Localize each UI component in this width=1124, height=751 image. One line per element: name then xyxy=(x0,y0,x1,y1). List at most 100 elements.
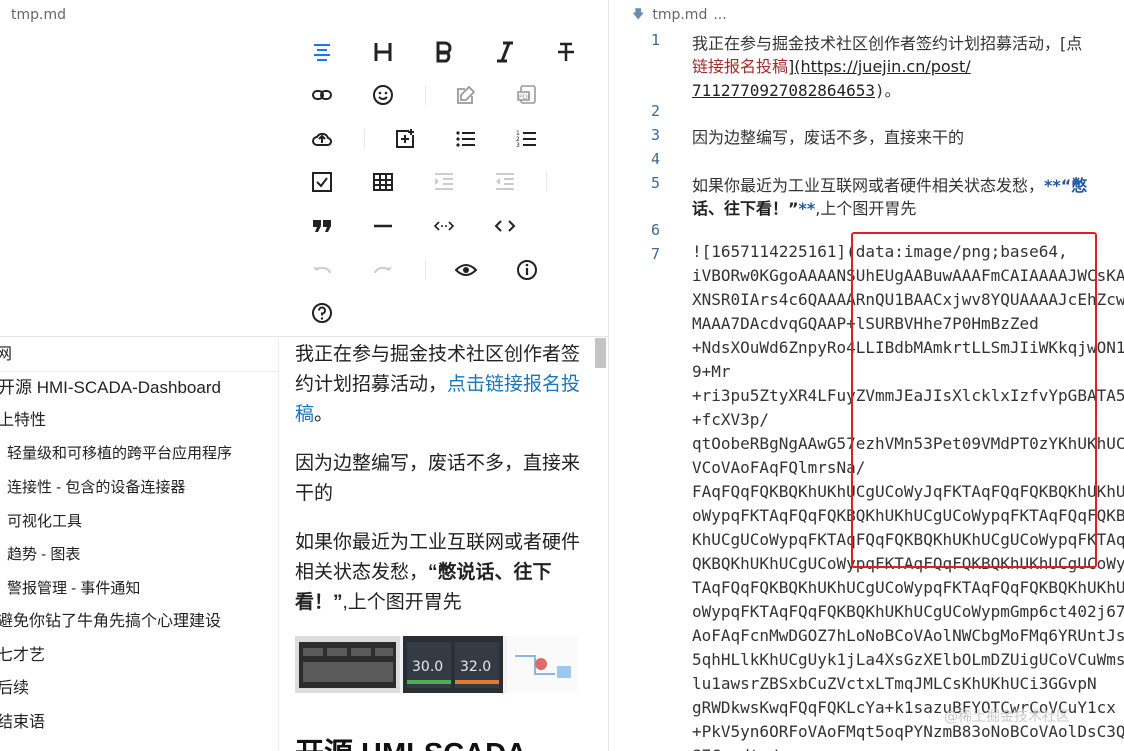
preview-scrollbar-thumb[interactable] xyxy=(595,338,606,368)
gauge-value-1: 30.0 xyxy=(412,659,443,675)
outdent-icon[interactable] xyxy=(490,167,520,197)
insert-block-icon[interactable] xyxy=(390,124,420,154)
outline-item[interactable]: 可视化工具 xyxy=(7,507,82,537)
outline-item[interactable]: 警报管理 - 事件通知 xyxy=(7,574,140,604)
code-line: 5qhHLlkKhUCgUyk1jLa4XsGzXElbOLmDZUigUCoV… xyxy=(692,650,1124,669)
upload-icon[interactable] xyxy=(307,124,337,154)
code-line: 话、往下看！”**,上个图开胃先 xyxy=(692,199,917,218)
preview-image: 30.0 32.0 xyxy=(295,636,578,693)
svg-text:3: 3 xyxy=(516,142,520,149)
left-tab[interactable]: tmp.md xyxy=(0,0,608,30)
outline-item[interactable]: 后续 xyxy=(0,674,29,704)
edit-icon[interactable] xyxy=(451,80,481,110)
code-line: FAqFQqFQKBQKhUKhUCgUCoWyJqFKTAqFQqFQKBQK… xyxy=(692,482,1124,501)
line-number: 3 xyxy=(650,126,660,144)
outline-item[interactable]: 连接性 - 包含的设备连接器 xyxy=(7,473,185,503)
bold-icon[interactable] xyxy=(429,37,459,67)
code-line: oWypqFKTAqFQqFQKBQKhUKhUCgUCoWypqFKTAqFQ… xyxy=(692,506,1124,525)
code-line: XNSR0IArs4c6QAAAARnQU1BAACxjwv8YQUAAAAJc… xyxy=(692,290,1124,309)
outline-border xyxy=(278,338,279,751)
outline-separator xyxy=(0,371,278,372)
outline-item[interactable]: 避免你钻了牛角先搞个心理建设 xyxy=(0,607,221,637)
code-line: TAqFQqFQKBQKhUKhUCgUCoWypqFKTAqFQqFQKBQK… xyxy=(692,578,1124,597)
outline-item[interactable]: 上特性 xyxy=(0,406,46,436)
indent-icon[interactable] xyxy=(429,167,459,197)
code-line: iVBORw0KGgoAAAANSUhEUgAABuwAAAFmCAIAAAAJ… xyxy=(692,266,1124,285)
code-line: +NdsXOuWd6ZnpyRo4LLIBdbMAmkrtLLSmJIiWKkq… xyxy=(692,338,1124,357)
download-arrow-icon: 🡇 xyxy=(632,6,645,21)
line-number: 2 xyxy=(650,102,660,120)
undo-icon[interactable] xyxy=(307,255,337,285)
line-number: 1 xyxy=(650,31,660,49)
outline-item[interactable]: 结束语 xyxy=(0,708,45,738)
toolbar-separator xyxy=(425,260,426,280)
quote-icon[interactable] xyxy=(307,211,337,241)
toolbar-bottom-border xyxy=(0,336,608,337)
toolbar-separator xyxy=(425,85,426,105)
outline-item[interactable]: 七才艺 xyxy=(0,641,45,671)
markdown-editor[interactable]: 1 2 3 4 5 6 7 我正在参与掘金技术社区创作者签约计划招募活动，[点 … xyxy=(610,30,1124,751)
code-line: VCoVAoFAqFQlmrsNa/ xyxy=(692,458,866,477)
code-line: +ri3pu5ZtyXR4LFuyZVmmJEaJIsXlcklxIzfvYpG… xyxy=(692,386,1124,405)
outline-panel: 网 开源 HMI-SCADA-Dashboard 上特性 轻量级和可移植的跨平台… xyxy=(0,338,278,751)
outline-item[interactable]: 开源 HMI-SCADA-Dashboard xyxy=(0,373,221,403)
right-tab[interactable]: 🡇 tmp.md ... xyxy=(610,0,1124,30)
watermark: @稀土掘金技术社区 xyxy=(944,709,1070,725)
checklist-icon[interactable] xyxy=(307,167,337,197)
code-line: ![1657114225161](data:image/png;base64, xyxy=(692,242,1068,261)
redo-icon[interactable] xyxy=(368,255,398,285)
editor-toolbar: PDF 123 xyxy=(300,30,600,335)
line-number: 6 xyxy=(650,221,660,239)
horizontal-rule-icon[interactable] xyxy=(368,211,398,241)
pane-divider xyxy=(608,0,609,751)
code-line: 链接报名投稿](https://juejin.cn/post/ xyxy=(692,57,971,76)
code-line: MAAA7DAcdvqGQAAP+lSURBVHhe7P0HmBzZed xyxy=(692,314,1039,333)
code-line: oWypqFKTAqFQqFQKBQKhUKhUCgUCoWypmGmp6ct4… xyxy=(692,602,1124,621)
outline-item[interactable]: 网 xyxy=(0,340,12,370)
code-line: 7112770927082864653)。 xyxy=(692,81,901,100)
code-line: +fcXV3p/ xyxy=(692,410,770,429)
toolbar-separator xyxy=(364,129,365,149)
code-line: AoFAqFcnMwDGOZ7hLoNoBCoVAolNWCbgMoFMq6YR… xyxy=(692,626,1124,645)
right-tab-title: tmp.md xyxy=(652,7,708,23)
code-line: KhUCgUCoWypqFKTAqFQqFQKBQKhUKhUCgUCoWypq… xyxy=(692,530,1124,549)
code-block-icon[interactable] xyxy=(490,211,520,241)
code-line: S7Cnzdte/ xyxy=(692,746,779,751)
gauge-value-2: 32.0 xyxy=(460,659,491,675)
line-number: 4 xyxy=(650,150,660,168)
preview-paragraph-1: 我正在参与掘金技术社区创作者签约计划招募活动，点击链接报名投稿。 xyxy=(295,344,581,425)
align-center-icon[interactable] xyxy=(307,37,337,67)
line-number: 7 xyxy=(650,245,660,263)
preview-heading: 开源 HMI-SCADA xyxy=(295,730,527,751)
svg-text:PDF: PDF xyxy=(519,94,531,101)
line-number: 5 xyxy=(650,174,660,192)
code-line: 我正在参与掘金技术社区创作者签约计划招募活动，[点 xyxy=(692,34,1083,53)
help-icon[interactable] xyxy=(307,298,337,328)
code-line: QKBQKhUKhUCgUCoWypqFKTAqFQqFQKBQKhUKhUCg… xyxy=(692,554,1124,573)
code-line: 9+Mr xyxy=(692,362,731,381)
ordered-list-icon[interactable]: 123 xyxy=(512,124,542,154)
outline-item[interactable]: 轻量级和可移植的跨平台应用程序 xyxy=(7,439,232,469)
emoji-icon[interactable] xyxy=(368,80,398,110)
code-line: qtOobeRBgNgAAwG57ezhVMn53Pet09VMdPT0zYKh… xyxy=(692,434,1124,453)
link-icon[interactable] xyxy=(307,80,337,110)
bullet-list-icon[interactable] xyxy=(451,124,481,154)
table-icon[interactable] xyxy=(368,167,398,197)
italic-icon[interactable] xyxy=(490,37,520,67)
export-pdf-icon[interactable]: PDF xyxy=(512,80,542,110)
info-icon[interactable] xyxy=(512,255,542,285)
preview-paragraph-3: 如果你最近为工业互联网或者硬件相关状态发愁，“憋说话、往下看！”,上个图开胃先 xyxy=(295,532,581,613)
code-line: 如果你最近为工业互联网或者硬件相关状态发愁，**“憋 xyxy=(692,176,1088,195)
preview-eye-icon[interactable] xyxy=(451,255,481,285)
inline-code-icon[interactable] xyxy=(429,211,459,241)
code-line: 因为边整编写，废话不多，直接来干的 xyxy=(692,128,965,147)
preview-paragraph-2: 因为边整编写，废话不多，直接来干的 xyxy=(295,453,581,504)
code-line: lu1awsrZBSxbCuZVctxLTmqJMLCsKhUKhUCi3GGv… xyxy=(692,674,1097,693)
heading-icon[interactable] xyxy=(368,37,398,67)
left-tab-title: tmp.md xyxy=(11,7,66,23)
outline-item[interactable]: 趋势 - 图表 xyxy=(7,540,80,570)
toolbar-separator xyxy=(546,172,547,192)
strikethrough-icon[interactable] xyxy=(551,37,581,67)
breadcrumb-tail: ... xyxy=(713,7,727,23)
preview-pane: 我正在参与掘金技术社区创作者签约计划招募活动，点击链接报名投稿。 因为边整编写，… xyxy=(280,338,594,751)
